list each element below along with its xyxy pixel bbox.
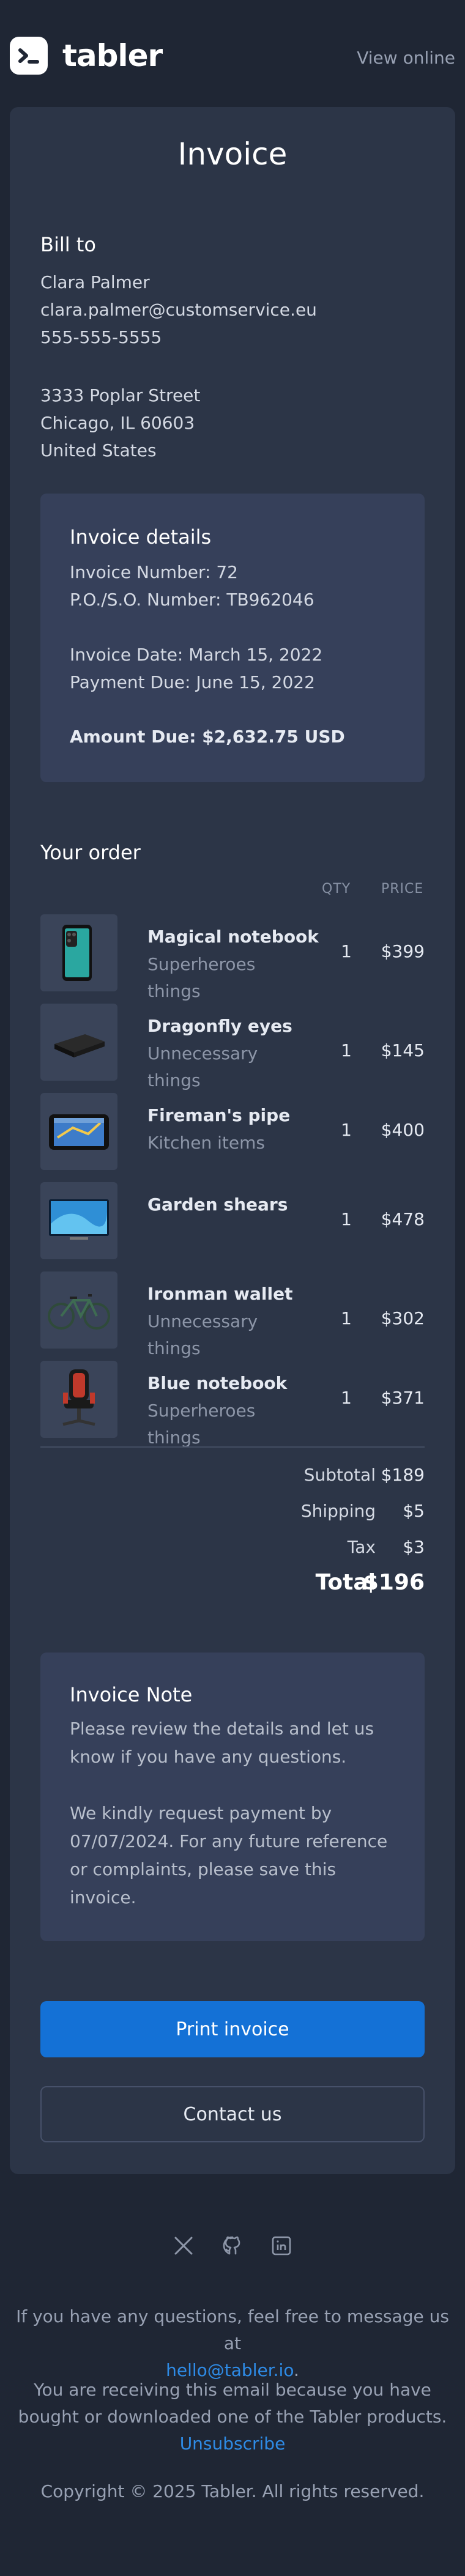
header: tabler View online — [0, 0, 465, 107]
shipping-label: Shipping — [300, 1501, 376, 1521]
invoice-note-heading: Invoice Note — [70, 1683, 193, 1706]
device-icon — [40, 1004, 117, 1081]
product-name: Garden shears — [147, 1194, 288, 1215]
invoice-note-box: Invoice Note Please review the details a… — [40, 1653, 425, 1941]
product-name: Dragonfly eyes — [147, 1016, 292, 1036]
brand-name: tabler — [62, 38, 163, 73]
gaming-chair-icon — [40, 1361, 117, 1438]
customer-email: clara.palmer@customservice.eu — [40, 300, 317, 320]
product-price: $400 — [381, 1120, 425, 1140]
logo[interactable]: tabler — [10, 37, 163, 75]
invoice-note-paragraph-1: Please review the details and let us kno… — [70, 1719, 374, 1767]
order-item-row: Magical notebook Superheroes things 1 $3… — [40, 913, 425, 1001]
product-qty: 1 — [341, 1388, 352, 1408]
linkedin-icon[interactable] — [269, 2234, 294, 2258]
subtotal-label: Subtotal — [303, 1465, 376, 1485]
customer-phone: 555-555-5555 — [40, 327, 162, 347]
qty-column-header: QTY — [322, 881, 351, 897]
product-price: $399 — [381, 941, 425, 961]
price-column-header: PRICE — [381, 881, 424, 897]
address-country: United States — [40, 440, 157, 461]
product-price: $145 — [381, 1040, 425, 1060]
unsubscribe-link[interactable]: Unsubscribe — [180, 2434, 286, 2454]
bicycle-icon — [40, 1271, 117, 1349]
product-category: Unnecessary things — [147, 1043, 258, 1090]
address-line1: 3333 Poplar Street — [40, 385, 201, 405]
subtotal-value: $189 — [381, 1465, 425, 1485]
order-item-row: Dragonfly eyes Unnecessary things 1 $145 — [40, 1002, 425, 1090]
payment-due: Payment Due: June 15, 2022 — [70, 672, 315, 692]
github-icon[interactable] — [220, 2234, 245, 2258]
invoice-number: Invoice Number: 72 — [70, 562, 238, 582]
product-price: $302 — [381, 1308, 425, 1328]
invoice-card: Invoice Bill to Clara Palmer clara.palme… — [10, 107, 455, 2174]
customer-name: Clara Palmer — [40, 272, 150, 292]
invoice-date: Invoice Date: March 15, 2022 — [70, 645, 323, 665]
smartphone-icon — [40, 914, 117, 991]
footer-questions: If you have any questions, feel free to … — [12, 2303, 453, 2384]
tax-label: Tax — [347, 1537, 376, 1557]
product-name: Blue notebook — [147, 1373, 288, 1393]
contact-us-button[interactable]: Contact us — [40, 2086, 425, 2142]
product-name: Ironman wallet — [147, 1284, 293, 1304]
view-online-link[interactable]: View online — [357, 48, 455, 68]
order-item-row: Blue notebook Superheroes things 1 $371 — [40, 1360, 425, 1448]
invoice-note-paragraph-2: We kindly request payment by 07/07/2024.… — [70, 1803, 388, 1908]
product-price: $478 — [381, 1209, 425, 1229]
invoice-details-heading: Invoice details — [70, 525, 212, 549]
address-line2: Chicago, IL 60603 — [40, 413, 195, 433]
invoice-title: Invoice — [177, 136, 288, 172]
footer-receiving: You are receiving this email because you… — [12, 2377, 453, 2457]
product-name: Fireman's pipe — [147, 1105, 291, 1125]
invoice-details-box: Invoice details Invoice Number: 72 P.O./… — [40, 494, 425, 782]
po-number: P.O./S.O. Number: TB962046 — [70, 590, 314, 610]
gps-navigator-icon — [40, 1093, 117, 1170]
shipping-value: $5 — [403, 1501, 425, 1521]
your-order-heading: Your order — [40, 841, 141, 864]
product-qty: 1 — [341, 941, 352, 961]
footer-questions-text: If you have any questions, feel free to … — [16, 2306, 449, 2353]
print-invoice-button[interactable]: Print invoice — [40, 2001, 425, 2057]
bill-to-heading: Bill to — [40, 233, 96, 256]
tv-icon — [40, 1182, 117, 1259]
product-qty: 1 — [341, 1040, 352, 1060]
footer-receiving-text: You are receiving this email because you… — [18, 2380, 447, 2427]
product-name: Magical notebook — [147, 927, 319, 947]
amount-due: Amount Due: $2,632.75 USD — [70, 727, 345, 747]
tabler-logo-icon — [10, 37, 48, 75]
tax-value: $3 — [403, 1537, 425, 1557]
order-item-row: Fireman's pipe Kitchen items 1 $400 — [40, 1092, 425, 1171]
product-category: Kitchen items — [147, 1133, 265, 1153]
x-icon[interactable] — [171, 2234, 196, 2258]
product-qty: 1 — [341, 1209, 352, 1229]
footer-copyright: Copyright © 2025 Tabler. All rights rese… — [40, 2481, 425, 2501]
product-category: Superheroes things — [147, 954, 256, 1001]
totals-divider — [40, 1446, 425, 1448]
product-category: Superheroes things — [147, 1401, 256, 1448]
order-item-row: Ironman wallet Unnecessary things 1 $302 — [40, 1270, 425, 1358]
total-value: $196 — [363, 1570, 425, 1595]
order-item-row: Garden shears 1 $478 — [40, 1181, 425, 1260]
product-price: $371 — [381, 1388, 425, 1408]
product-qty: 1 — [341, 1120, 352, 1140]
product-category: Unnecessary things — [147, 1311, 258, 1358]
product-qty: 1 — [341, 1308, 352, 1328]
